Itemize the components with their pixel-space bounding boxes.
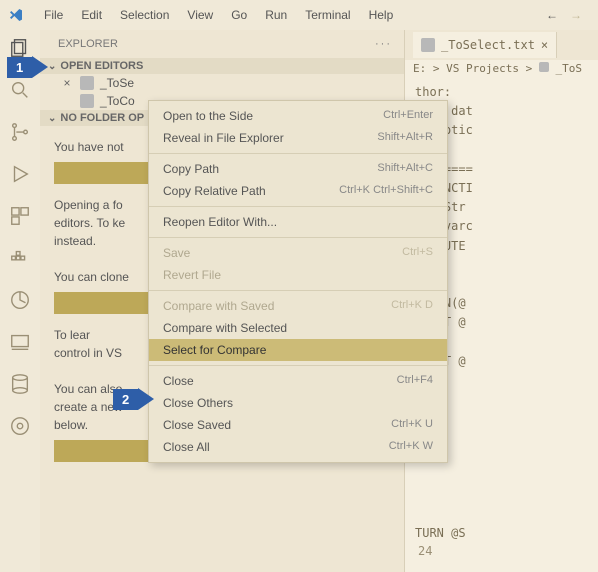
run-debug-icon[interactable] xyxy=(8,162,32,186)
context-menu-item[interactable]: Compare with Selected xyxy=(149,317,447,339)
more-actions-icon[interactable]: ··· xyxy=(375,38,392,50)
context-menu-item[interactable]: Open to the Side Ctrl+Enter xyxy=(149,105,447,127)
file-name: _ToCo xyxy=(100,94,135,108)
context-menu-item: Save Ctrl+S xyxy=(149,242,447,264)
callout-2: 2 xyxy=(113,388,154,410)
menu-item-label: Copy Relative Path xyxy=(163,184,266,198)
callout-badge: 2 xyxy=(113,389,138,410)
menu-item-shortcut: Ctrl+K W xyxy=(389,440,433,454)
context-menu-item[interactable]: Close Others xyxy=(149,392,447,414)
menu-edit[interactable]: Edit xyxy=(73,4,110,26)
docker-icon[interactable] xyxy=(8,246,32,270)
breadcrumb-file: _ToS xyxy=(555,62,582,75)
menu-item-shortcut: Ctrl+F4 xyxy=(397,374,433,388)
menu-separator xyxy=(149,153,447,154)
menu-item-label: Close Saved xyxy=(163,418,231,432)
context-menu-item[interactable]: Reopen Editor With... xyxy=(149,211,447,233)
menu-separator xyxy=(149,206,447,207)
tab-row: _ToSelect.txt × xyxy=(405,30,598,60)
open-editors-header[interactable]: ⌄ OPEN EDITORS xyxy=(40,58,404,74)
context-menu-item[interactable]: Close Saved Ctrl+K U xyxy=(149,414,447,436)
menu-item-shortcut: Ctrl+K D xyxy=(391,299,433,313)
open-editors-label: OPEN EDITORS xyxy=(60,60,143,72)
menu-item-shortcut: Ctrl+S xyxy=(402,246,433,260)
menu-run[interactable]: Run xyxy=(257,4,295,26)
context-menu-item[interactable]: Copy Path Shift+Alt+C xyxy=(149,158,447,180)
menu-item-shortcut: Ctrl+Enter xyxy=(383,109,433,123)
search-icon[interactable] xyxy=(8,78,32,102)
close-icon[interactable]: × xyxy=(60,76,74,90)
menu-file[interactable]: File xyxy=(36,4,71,26)
menu-item-shortcut: Shift+Alt+R xyxy=(377,131,433,145)
menu-help[interactable]: Help xyxy=(361,4,402,26)
editor-tab[interactable]: _ToSelect.txt × xyxy=(413,32,557,58)
vscode-logo-icon xyxy=(8,7,24,23)
menu-item-label: Open to the Side xyxy=(163,109,253,123)
line-number: 24 xyxy=(418,544,432,558)
context-menu-item[interactable]: Close All Ctrl+K W xyxy=(149,436,447,458)
explorer-header: EXPLORER ··· xyxy=(40,30,404,58)
menu-item-label: Reopen Editor With... xyxy=(163,215,277,229)
menu-item-label: Close Others xyxy=(163,396,233,410)
remote-icon[interactable] xyxy=(8,330,32,354)
menu-item-label: Copy Path xyxy=(163,162,219,176)
chevron-down-icon: ⌄ xyxy=(48,61,56,72)
menu-selection[interactable]: Selection xyxy=(112,4,177,26)
menu-item-label: Reveal in File Explorer xyxy=(163,131,284,145)
menu-item-shortcut: Ctrl+K U xyxy=(391,418,433,432)
file-name: _ToSe xyxy=(100,76,134,90)
file-icon xyxy=(421,38,435,52)
callout-1: 1 xyxy=(7,56,48,78)
explorer-title: EXPLORER xyxy=(58,38,118,50)
db-icon[interactable] xyxy=(8,372,32,396)
menu-item-label: Select for Compare xyxy=(163,343,266,357)
file-icon xyxy=(539,62,549,72)
nav-forward-icon[interactable]: → xyxy=(570,8,582,22)
menu-separator xyxy=(149,365,447,366)
context-menu-item[interactable]: Close Ctrl+F4 xyxy=(149,370,447,392)
titlebar: File Edit Selection View Go Run Terminal… xyxy=(0,0,598,30)
tab-label: _ToSelect.txt xyxy=(441,38,535,52)
context-menu-item: Revert File xyxy=(149,264,447,286)
menu-item-shortcut: Shift+Alt+C xyxy=(377,162,433,176)
context-menu-item[interactable]: Copy Relative Path Ctrl+K Ctrl+Shift+C xyxy=(149,180,447,202)
file-icon xyxy=(80,76,94,90)
menu-item-label: Compare with Selected xyxy=(163,321,287,335)
open-editor-item[interactable]: × _ToSe xyxy=(40,74,404,92)
context-menu-item[interactable]: Reveal in File Explorer Shift+Alt+R xyxy=(149,127,447,149)
menu-item-label: Save xyxy=(163,246,190,260)
breadcrumb[interactable]: E: > VS Projects > _ToS xyxy=(405,60,598,77)
menu-item-shortcut: Ctrl+K Ctrl+Shift+C xyxy=(339,184,433,198)
nav-back-icon[interactable]: ← xyxy=(546,8,558,22)
extensions-icon[interactable] xyxy=(8,204,32,228)
menu-view[interactable]: View xyxy=(179,4,221,26)
context-menu-item[interactable]: Select for Compare xyxy=(149,339,447,361)
menu-separator xyxy=(149,237,447,238)
azure-icon[interactable] xyxy=(8,288,32,312)
tab-close-icon[interactable]: × xyxy=(541,38,548,52)
settings-icon[interactable] xyxy=(8,414,32,438)
menu-item-label: Compare with Saved xyxy=(163,299,274,313)
menu-item-label: Revert File xyxy=(163,268,221,282)
arrow-icon xyxy=(138,388,154,410)
menu-separator xyxy=(149,290,447,291)
menu-terminal[interactable]: Terminal xyxy=(297,4,358,26)
activity-bar xyxy=(0,30,40,572)
file-icon xyxy=(80,94,94,108)
context-menu: Open to the Side Ctrl+Enter Reveal in File… xyxy=(148,100,448,463)
breadcrumb-path: E: > VS Projects > xyxy=(413,62,539,75)
callout-badge: 1 xyxy=(7,57,32,78)
context-menu-item: Compare with Saved Ctrl+K D xyxy=(149,295,447,317)
arrow-icon xyxy=(32,56,48,78)
menu-item-label: Close xyxy=(163,374,194,388)
no-folder-label: NO FOLDER OP xyxy=(60,112,144,124)
source-control-icon[interactable] xyxy=(8,120,32,144)
menu-go[interactable]: Go xyxy=(223,4,255,26)
chevron-down-icon: ⌄ xyxy=(48,113,56,124)
menu-item-label: Close All xyxy=(163,440,210,454)
